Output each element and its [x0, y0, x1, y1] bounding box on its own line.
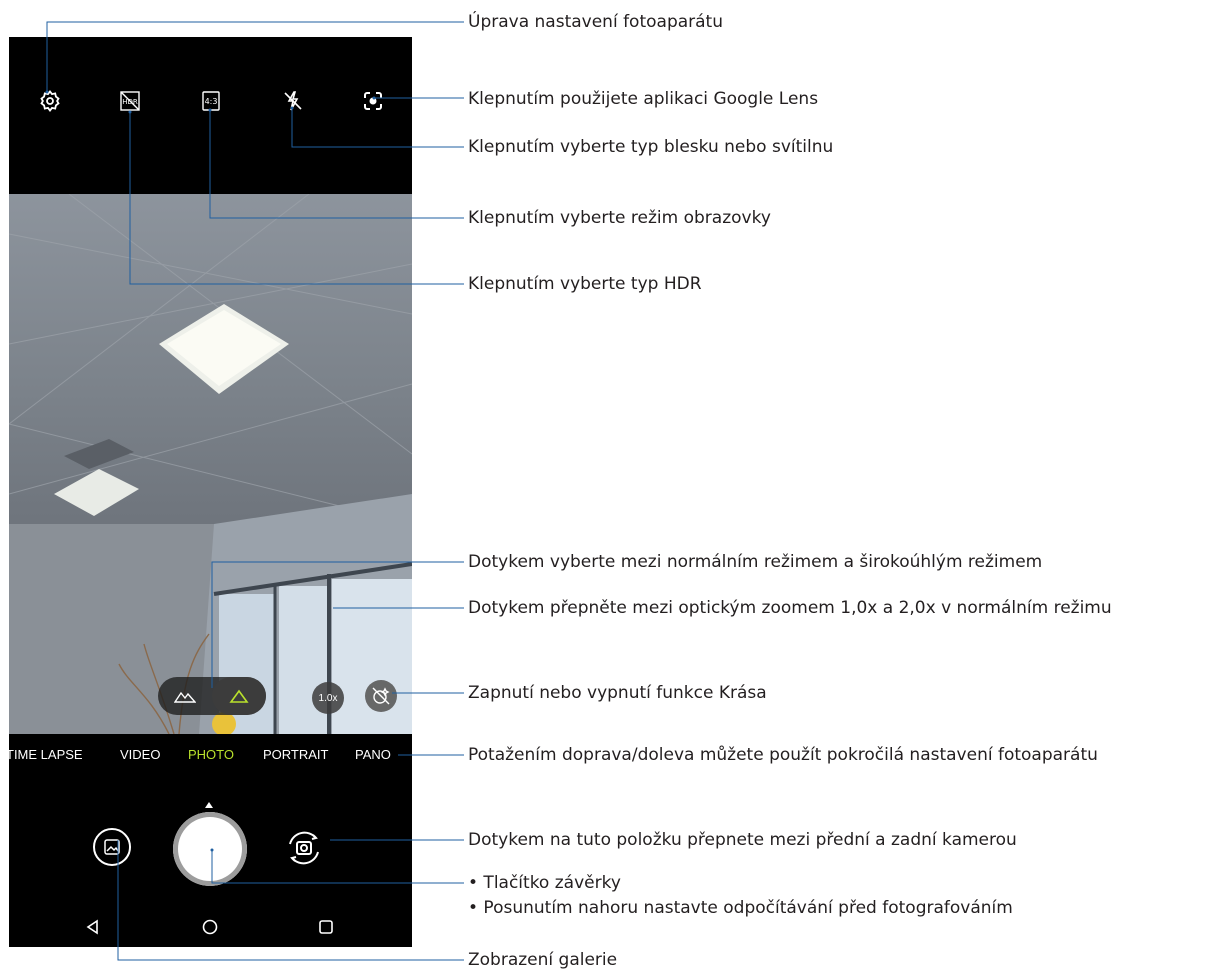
callout-shutter: • Tlačítko závěrky — [468, 873, 621, 893]
mode-portrait[interactable]: PORTRAIT — [263, 747, 329, 762]
google-lens-icon[interactable] — [361, 89, 385, 113]
callout-wide-mode: Dotykem vyberte mezi normálním režimem a… — [468, 552, 1043, 572]
nav-back-icon[interactable] — [84, 918, 102, 936]
normal-lens-button[interactable] — [212, 677, 266, 715]
gallery-icon — [104, 839, 120, 855]
callout-swipe-modes: Potažením doprava/doleva můžete použít p… — [468, 745, 1098, 765]
lens-toggle[interactable] — [158, 677, 266, 715]
shutter-button[interactable] — [173, 812, 247, 886]
flash-off-icon[interactable] — [281, 89, 305, 113]
mode-video[interactable]: VIDEO — [120, 747, 160, 762]
callout-switch-camera: Dotykem na tuto položku přepnete mezi př… — [468, 830, 1017, 850]
switch-camera-button[interactable] — [282, 826, 326, 870]
gallery-button[interactable] — [93, 828, 131, 866]
zoom-button[interactable]: 1.0x — [312, 682, 344, 714]
shutter-inner — [181, 820, 239, 878]
switch-camera-icon — [289, 831, 319, 865]
callout-flash: Klepnutím vyberte typ blesku nebo svítil… — [468, 137, 834, 157]
hdr-off-icon[interactable]: HDR — [118, 89, 142, 113]
wide-lens-button[interactable] — [158, 677, 212, 715]
camera-viewfinder[interactable] — [9, 194, 412, 734]
callout-screen-mode: Klepnutím vyberte režim obrazovky — [468, 208, 771, 228]
callout-shutter-timer: • Posunutím nahoru nastavte odpočítávání… — [468, 898, 1013, 918]
beauty-toggle[interactable] — [365, 680, 397, 712]
callout-gallery: Zobrazení galerie — [468, 950, 618, 970]
aspect-ratio-icon[interactable]: 4:3 — [199, 89, 223, 113]
callout-settings: Úprava nastavení fotoaparátu — [468, 12, 723, 32]
callout-hdr: Klepnutím vyberte typ HDR — [468, 274, 702, 294]
mode-pano[interactable]: PANO — [355, 747, 391, 762]
viewfinder-scene — [9, 194, 412, 734]
camera-top-bar: HDR 4:3 — [9, 37, 412, 194]
callout-optical-zoom: Dotykem přepněte mezi optickým zoomem 1,… — [468, 598, 1112, 618]
mode-selector[interactable]: TIME LAPSE VIDEO PHOTO PORTRAIT PANO — [9, 734, 412, 774]
svg-text:4:3: 4:3 — [205, 97, 218, 106]
phone-screen: HDR 4:3 1.0x TIME LAPSE VIDEO PHOTO PORT… — [9, 37, 412, 947]
callout-google-lens: Klepnutím použijete aplikaci Google Lens — [468, 89, 819, 109]
chevron-up-icon[interactable] — [205, 802, 213, 808]
mode-photo[interactable]: PHOTO — [188, 747, 234, 762]
camera-bottom-bar — [9, 774, 412, 947]
nav-recents-icon[interactable] — [317, 918, 335, 936]
settings-icon[interactable] — [38, 89, 62, 113]
callout-beauty: Zapnutí nebo vypnutí funkce Krása — [468, 683, 767, 703]
mode-time-lapse[interactable]: TIME LAPSE — [9, 747, 83, 762]
beauty-off-icon — [372, 687, 390, 705]
nav-home-icon[interactable] — [201, 918, 219, 936]
